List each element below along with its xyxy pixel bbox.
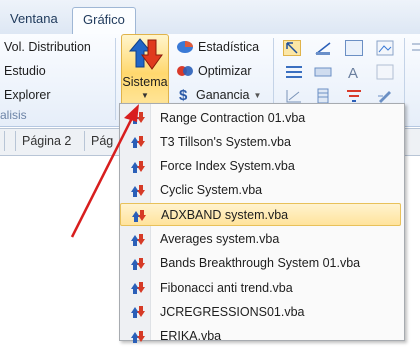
annotation-arrow [70,104,139,238]
